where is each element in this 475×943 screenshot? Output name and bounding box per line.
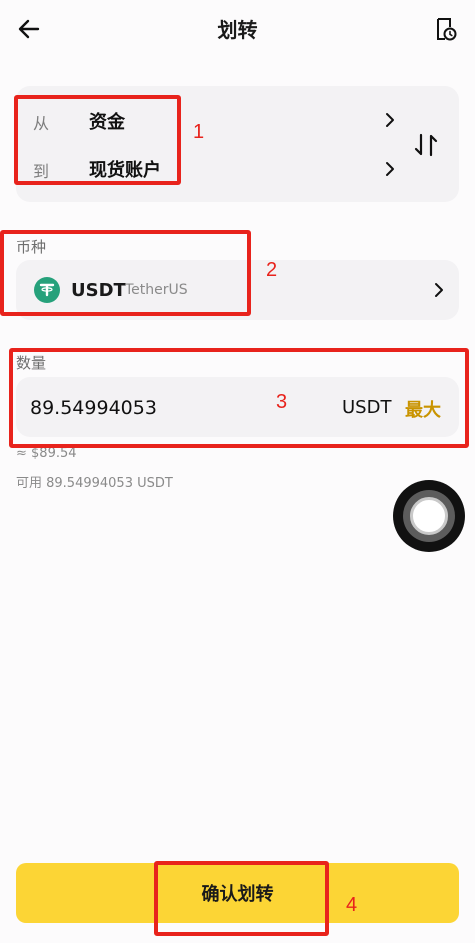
annotation-box-4 bbox=[154, 861, 329, 936]
page-title: 划转 bbox=[217, 18, 258, 42]
swap-accounts-icon[interactable] bbox=[412, 132, 440, 158]
history-icon[interactable] bbox=[432, 16, 458, 42]
to-chevron-right-icon[interactable] bbox=[383, 161, 397, 177]
annotation-box-2 bbox=[0, 230, 251, 316]
available-balance: 可用 89.54994053 USDT bbox=[16, 476, 173, 491]
from-chevron-right-icon[interactable] bbox=[383, 112, 397, 128]
annotation-number-3: 3 bbox=[276, 391, 288, 413]
coin-chevron-right-icon[interactable] bbox=[432, 282, 446, 298]
annotation-number-1: 1 bbox=[193, 121, 205, 143]
amount-approx-usd: ≈ $89.54 bbox=[16, 446, 77, 461]
annotation-box-1 bbox=[14, 95, 181, 185]
assistive-touch-button[interactable] bbox=[393, 480, 465, 552]
annotation-number-4: 4 bbox=[346, 894, 358, 916]
annotation-box-3 bbox=[9, 348, 469, 448]
annotation-number-2: 2 bbox=[266, 259, 278, 281]
